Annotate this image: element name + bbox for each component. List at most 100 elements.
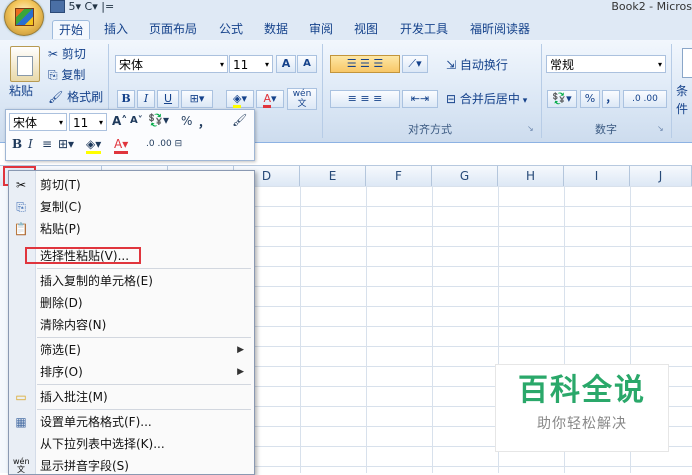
mini-percent-button[interactable]: % bbox=[181, 114, 192, 128]
mini-comma-button[interactable]: ， bbox=[198, 114, 210, 131]
menu-separator bbox=[37, 384, 251, 385]
column-header-j[interactable]: J bbox=[630, 166, 692, 186]
menu-item-show-phonetic[interactable]: wén 文显示拼音字段(S) bbox=[9, 455, 254, 474]
shrink-font-button[interactable]: A bbox=[297, 55, 317, 73]
tab-developer[interactable]: 开发工具 bbox=[394, 20, 454, 38]
tab-home[interactable]: 开始 bbox=[52, 20, 91, 39]
menu-item-filter[interactable]: 筛选(E) ▶ bbox=[9, 339, 254, 361]
percent-button[interactable]: % bbox=[580, 90, 600, 108]
customize-qa-button[interactable]: = bbox=[105, 0, 114, 13]
underline-button[interactable]: U bbox=[157, 90, 179, 108]
mini-font-combo[interactable]: 宋体 ▾ bbox=[9, 113, 67, 131]
indent-buttons[interactable]: ⇤⇥ bbox=[402, 90, 438, 108]
number-format-combo[interactable]: 常规 ▾ bbox=[546, 55, 666, 73]
paste-button[interactable]: 粘贴 bbox=[9, 82, 33, 100]
wrap-text-icon: ⇲ bbox=[446, 58, 460, 72]
phonetic-button[interactable]: wén 文 bbox=[287, 88, 317, 110]
font-color-button[interactable]: A▾ bbox=[256, 90, 284, 108]
paste-icon: 📋 bbox=[13, 222, 29, 236]
tab-review[interactable]: 审阅 bbox=[303, 20, 339, 38]
mini-size-combo[interactable]: 11 ▾ bbox=[69, 113, 107, 131]
conditional-format-button[interactable]: 条件 bbox=[676, 82, 692, 118]
mini-borders-icon[interactable]: ⊞▾ bbox=[58, 137, 74, 151]
chevron-down-icon: ▾ bbox=[98, 118, 103, 127]
menu-item-copy[interactable]: ⎘ 复制(C) bbox=[9, 196, 254, 218]
mini-currency-icon[interactable]: 💱▾ bbox=[148, 113, 169, 127]
menu-item-delete[interactable]: 删除(D) bbox=[9, 292, 254, 314]
tab-page-layout[interactable]: 页面布局 bbox=[143, 20, 203, 38]
mini-shrink-font-icon[interactable]: A˅ bbox=[130, 115, 143, 126]
bold-button[interactable]: B bbox=[117, 90, 135, 108]
mini-font-color-icon[interactable]: A▾ bbox=[114, 137, 129, 154]
office-logo-icon bbox=[15, 8, 34, 26]
wrap-text-button[interactable]: ⇲ 自动换行 bbox=[446, 56, 508, 74]
number-group-label: 数字 bbox=[595, 123, 617, 136]
accounting-format-button[interactable]: 💱▾ bbox=[547, 90, 577, 108]
menu-item-pick-from-list[interactable]: 从下拉列表中选择(K)... bbox=[9, 433, 254, 455]
column-header-g[interactable]: G bbox=[432, 166, 498, 186]
menu-item-sort[interactable]: 排序(O) ▶ bbox=[9, 361, 254, 383]
indent-icon: ⇤⇥ bbox=[410, 92, 430, 105]
column-header-i[interactable]: I bbox=[564, 166, 630, 186]
alignment-group-label: 对齐方式 bbox=[408, 123, 452, 136]
quick-access-toolbar: 5▾ C▾ |= bbox=[50, 0, 114, 13]
orientation-button[interactable]: ⟋▾ bbox=[402, 55, 428, 73]
font-color-icon: A bbox=[263, 92, 271, 108]
menu-item-clear-contents[interactable]: 清除内容(N) bbox=[9, 314, 254, 336]
borders-button[interactable]: ⊞▾ bbox=[181, 90, 213, 108]
tab-formulas[interactable]: 公式 bbox=[213, 20, 249, 38]
cut-button[interactable]: ✂ 剪切 bbox=[48, 45, 86, 63]
menu-item-insert-copied-cells[interactable]: 插入复制的单元格(E) bbox=[9, 270, 254, 292]
paste-icon[interactable] bbox=[10, 46, 40, 82]
dialog-launcher-icon[interactable]: ↘ bbox=[657, 124, 664, 133]
menu-item-cut[interactable]: ✂ 剪切(T) bbox=[9, 174, 254, 196]
font-size-combo[interactable]: 11 ▾ bbox=[229, 55, 273, 73]
font-name-combo[interactable]: 宋体 ▾ bbox=[115, 55, 228, 73]
redo-dropdown[interactable]: ▾ bbox=[92, 0, 98, 13]
italic-button[interactable]: I bbox=[137, 90, 155, 108]
align-left-icon: ≡ ≡ ≡ bbox=[347, 92, 383, 105]
mini-bold-icon[interactable]: B bbox=[12, 137, 22, 151]
phonetic-icon: wén 文 bbox=[13, 457, 30, 474]
group-divider bbox=[322, 44, 323, 138]
column-header-f[interactable]: F bbox=[366, 166, 432, 186]
currency-icon: 💱▾ bbox=[552, 92, 572, 105]
mini-italic-icon[interactable]: I bbox=[28, 137, 33, 151]
mini-format-painter-icon[interactable]: 🖌 bbox=[232, 113, 247, 127]
decimal-buttons[interactable]: .0 .00 bbox=[623, 90, 667, 108]
undo-button[interactable]: 5 bbox=[69, 0, 76, 13]
tab-view[interactable]: 视图 bbox=[348, 20, 384, 38]
mini-align-center-icon[interactable]: ≡ bbox=[42, 137, 52, 151]
mini-fill-color-icon[interactable]: ◈▾ bbox=[86, 137, 102, 154]
mini-grow-font-icon[interactable]: A˄ bbox=[112, 114, 127, 128]
menu-item-paste-special[interactable]: 选择性粘贴(V)... bbox=[9, 245, 254, 267]
format-painter-button[interactable]: 🖌 格式刷 bbox=[48, 88, 103, 106]
dialog-launcher-icon[interactable]: ↘ bbox=[527, 124, 534, 133]
menu-separator bbox=[37, 268, 251, 269]
save-icon[interactable] bbox=[50, 0, 65, 13]
chevron-down-icon: ▾ bbox=[519, 96, 528, 106]
horizontal-align-buttons[interactable]: ≡ ≡ ≡ bbox=[330, 90, 400, 108]
mini-decimal-icon[interactable]: .0 .00 ⊟ bbox=[146, 139, 182, 149]
fill-color-button[interactable]: ◈▾ bbox=[226, 90, 254, 108]
scissors-icon: ✂ bbox=[15, 178, 27, 192]
grow-font-button[interactable]: A bbox=[276, 55, 296, 73]
vertical-align-buttons[interactable]: ☰ ☰ ☰ bbox=[330, 55, 400, 73]
chevron-down-icon: ▾ bbox=[219, 60, 224, 69]
group-divider bbox=[541, 44, 542, 138]
menu-item-paste[interactable]: 📋 粘贴(P) bbox=[9, 218, 254, 240]
tab-foxit[interactable]: 福昕阅读器 bbox=[464, 20, 536, 38]
menu-item-format-cells[interactable]: ▦ 设置单元格格式(F)... bbox=[9, 411, 254, 433]
window-title: Book2 - Micros bbox=[611, 0, 692, 13]
undo-dropdown[interactable]: ▾ bbox=[76, 0, 82, 13]
menu-item-insert-comment[interactable]: ▭ 插入批注(M) bbox=[9, 386, 254, 408]
merge-center-button[interactable]: ⊟ 合并后居中 ▾ bbox=[446, 90, 527, 110]
tab-insert[interactable]: 插入 bbox=[98, 20, 134, 38]
column-header-e[interactable]: E bbox=[300, 166, 366, 186]
merge-icon: ⊟ bbox=[446, 92, 460, 106]
copy-button[interactable]: ⎘ 复制 bbox=[48, 66, 85, 84]
conditional-format-icon bbox=[682, 48, 692, 78]
comma-button[interactable]: ， bbox=[602, 90, 620, 108]
column-header-h[interactable]: H bbox=[498, 166, 564, 186]
tab-data[interactable]: 数据 bbox=[258, 20, 294, 38]
